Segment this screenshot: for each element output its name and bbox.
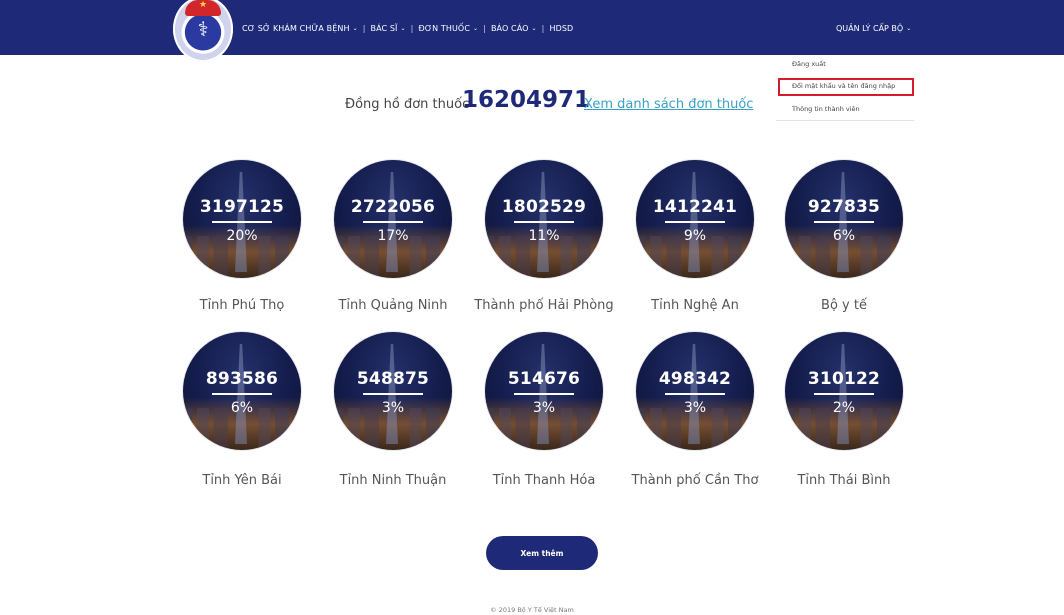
province-stat-circle[interactable]: 893586 6% <box>183 332 301 450</box>
province-name: Tỉnh Nghệ An <box>651 298 739 313</box>
menu-item-highlight-box <box>778 78 914 96</box>
chevron-down-icon: ⌄ <box>352 25 358 32</box>
account-label: QUẢN LÝ CẤP BỘ <box>836 24 904 33</box>
count-divider <box>814 393 874 395</box>
logout-menu-item[interactable]: Đăng xuất <box>792 60 826 68</box>
count-divider <box>514 393 574 395</box>
chevron-down-icon: ⌄ <box>473 25 479 32</box>
footer-copyright: © 2019 Bộ Y Tế Việt Nam <box>490 606 574 614</box>
counter-total: 16204971 <box>462 87 591 113</box>
province-name: Tỉnh Yên Bái <box>202 473 282 488</box>
province-name: Tỉnh Ninh Thuận <box>339 473 447 488</box>
count-divider <box>363 221 423 223</box>
province-name: Tỉnh Thái Bình <box>797 473 891 488</box>
province-name: Tỉnh Quảng Ninh <box>338 298 448 313</box>
count-divider <box>665 221 725 223</box>
ministry-of-health-logo[interactable]: ★ ⚕ <box>173 0 233 62</box>
count-divider <box>212 393 272 395</box>
percentage: 11% <box>528 228 560 244</box>
count-divider <box>212 221 272 223</box>
prescription-count: 1412241 <box>652 197 738 217</box>
chevron-down-icon: ⌄ <box>906 25 912 32</box>
province-name: Tỉnh Phú Thọ <box>199 298 285 313</box>
nav-item-label: BÁC SĨ <box>370 24 398 33</box>
province-stat-circle[interactable]: 498342 3% <box>636 332 754 450</box>
chevron-down-icon: ⌄ <box>400 25 406 32</box>
member-info-menu-item[interactable]: Thông tin thành viên <box>792 105 860 113</box>
prescription-count: 3197125 <box>199 197 285 217</box>
prescription-list-link[interactable]: Xem danh sách đơn thuốc <box>584 97 753 112</box>
top-navbar: ★ ⚕ CƠ SỞ KHÁM CHỮA BỆNH ⌄ | BÁC SĨ ⌄ | … <box>0 0 1064 62</box>
province-stat-circle[interactable]: 1802529 11% <box>485 160 603 278</box>
province-name: Bộ y tế <box>821 298 867 313</box>
percentage: 2% <box>832 400 856 416</box>
nav-separator: | <box>541 24 545 33</box>
province-stat-circle[interactable]: 2722056 17% <box>334 160 452 278</box>
province-name: Tỉnh Thanh Hóa <box>492 473 596 488</box>
chevron-down-icon: ⌄ <box>531 25 537 32</box>
nav-separator: | <box>483 24 486 33</box>
percentage: 6% <box>230 400 254 416</box>
main-nav: CƠ SỞ KHÁM CHỮA BỆNH ⌄ | BÁC SĨ ⌄ | ĐƠN … <box>242 24 573 33</box>
see-more-button[interactable]: Xem thêm <box>486 536 598 570</box>
percentage: 3% <box>532 400 556 416</box>
star-icon: ★ <box>198 0 208 10</box>
nav-item-label: BÁO CÁO <box>490 24 529 33</box>
count-divider <box>514 221 574 223</box>
province-stat-circle[interactable]: 927835 6% <box>785 160 903 278</box>
account-menu-toggle[interactable]: QUẢN LÝ CẤP BỘ ⌄ <box>836 24 911 33</box>
prescription-count: 927835 <box>807 197 881 217</box>
nav-separator: | <box>410 24 414 33</box>
percentage: 3% <box>381 400 405 416</box>
nav-separator: | <box>362 24 366 33</box>
nav-item-facilities[interactable]: CƠ SỞ KHÁM CHỮA BỆNH ⌄ <box>242 24 358 33</box>
province-stat-circle[interactable]: 1412241 9% <box>636 160 754 278</box>
count-divider <box>814 221 874 223</box>
prescription-count: 893586 <box>205 369 279 389</box>
prescription-count: 2722056 <box>350 197 436 217</box>
province-stat-circle[interactable]: 548875 3% <box>334 332 452 450</box>
province-stat-circle[interactable]: 514676 3% <box>485 332 603 450</box>
province-stat-circle[interactable]: 3197125 20% <box>183 160 301 278</box>
nav-item-user-guide[interactable]: HDSD <box>549 24 573 33</box>
prescription-count: 514676 <box>507 369 581 389</box>
count-divider <box>363 393 423 395</box>
caduceus-icon: ⚕ <box>197 17 209 41</box>
nav-item-doctors[interactable]: BÁC SĨ ⌄ <box>371 24 406 33</box>
nav-item-label: HDSD <box>549 24 574 33</box>
prescription-count: 548875 <box>356 369 430 389</box>
prescription-count: 498342 <box>658 369 732 389</box>
percentage: 6% <box>832 228 856 244</box>
nav-item-reports[interactable]: BÁO CÁO ⌄ <box>491 24 537 33</box>
percentage: 20% <box>226 228 258 244</box>
prescription-count: 1802529 <box>501 197 587 217</box>
counter-label: Đồng hồ đơn thuốc <box>345 97 470 112</box>
prescription-count: 310122 <box>807 369 881 389</box>
province-stat-circle[interactable]: 310122 2% <box>785 332 903 450</box>
nav-item-label: CƠ SỞ KHÁM CHỮA BỆNH <box>242 24 350 33</box>
percentage: 9% <box>683 228 707 244</box>
province-name: Thành phố Cần Thơ <box>631 473 759 488</box>
percentage: 3% <box>683 400 707 416</box>
count-divider <box>665 393 725 395</box>
percentage: 17% <box>377 228 409 244</box>
province-name: Thành phố Hải Phòng <box>474 298 614 313</box>
nav-item-prescriptions[interactable]: ĐƠN THUỐC ⌄ <box>418 24 478 33</box>
nav-item-label: ĐƠN THUỐC <box>418 24 471 33</box>
